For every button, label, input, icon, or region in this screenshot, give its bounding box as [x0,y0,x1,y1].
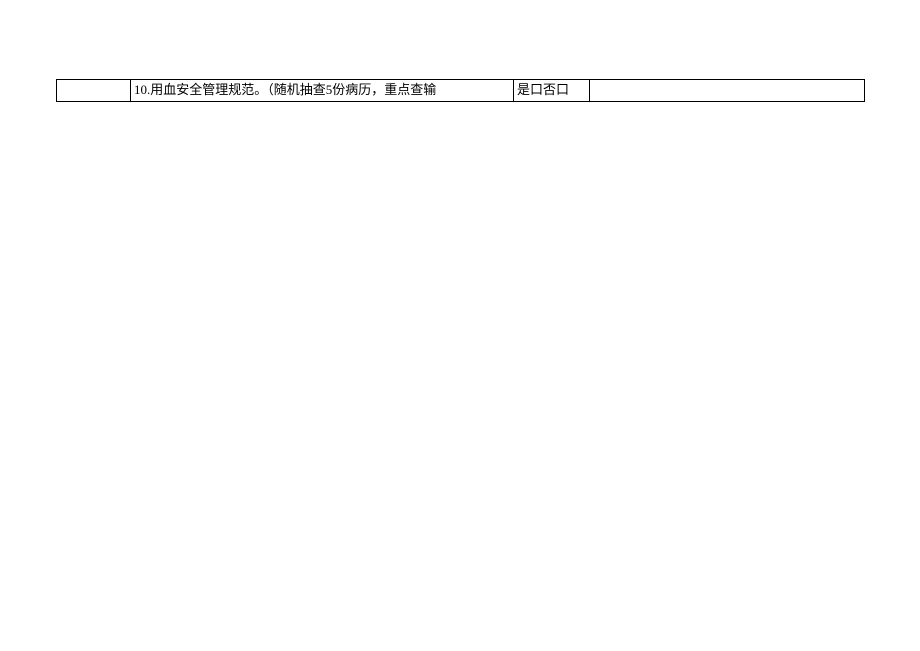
form-table-container: 10.用血安全管理规范。（随机抽查5份病历，重点查输 是口否口 [56,79,864,102]
cell-remarks [590,80,865,102]
cell-yesno: 是口否口 [514,80,590,102]
cell-index [57,80,131,102]
form-table: 10.用血安全管理规范。（随机抽查5份病历，重点查输 是口否口 [56,79,865,102]
table-row: 10.用血安全管理规范。（随机抽查5份病历，重点查输 是口否口 [57,80,865,102]
cell-description: 10.用血安全管理规范。（随机抽查5份病历，重点查输 [131,80,514,102]
